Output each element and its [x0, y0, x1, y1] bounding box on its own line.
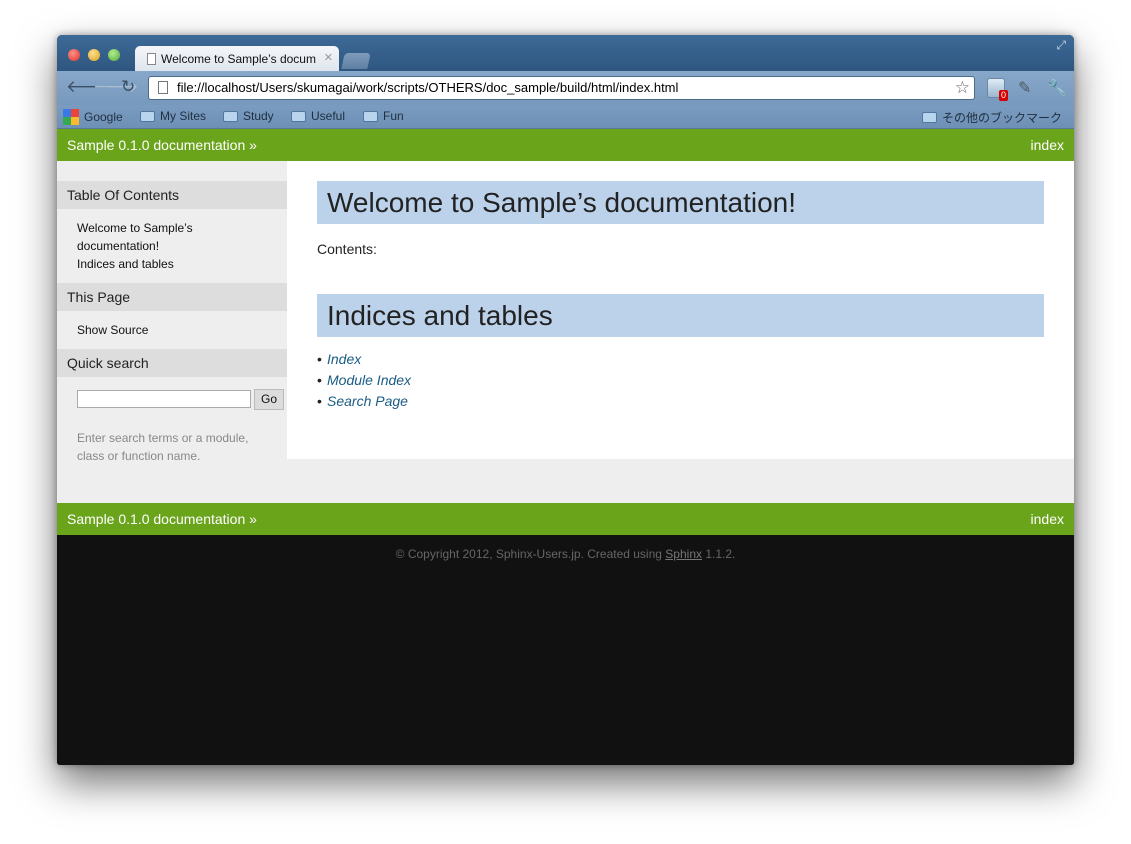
search-page-link[interactable]: Search Page [327, 393, 408, 409]
browser-toolbar: 🡐 🡒 ↻ file://localhost/Users/skumagai/wo… [57, 71, 1074, 105]
bookmarks-bar: Google My Sites Study Useful Fun その他のブック… [57, 105, 1074, 129]
bookmark-label: My Sites [160, 109, 207, 123]
search-input[interactable] [77, 390, 251, 408]
minimize-window-button[interactable] [88, 49, 100, 61]
browser-window: Welcome to Sample’s docum ✕ ⤢ 🡐 🡒 ↻ file… [57, 35, 1074, 765]
related-bar-bottom: Sample 0.1.0 documentation » index [57, 503, 1074, 535]
toc-link-welcome-line1[interactable]: Welcome to Sample’s [77, 219, 193, 237]
fullscreen-icon[interactable]: ⤢ [1056, 38, 1066, 53]
toc-link-welcome-line2[interactable]: documentation! [77, 237, 159, 255]
version-text: 1.1.2. [702, 547, 736, 561]
bullet: • [317, 351, 322, 367]
bookmark-label: Useful [311, 109, 346, 123]
extension-puzzle-icon[interactable]: ✎ [1018, 78, 1031, 98]
bookmark-study[interactable]: Study [223, 109, 274, 123]
related-bar-top: Sample 0.1.0 documentation » index [57, 129, 1074, 161]
bookmark-my-sites[interactable]: My Sites [140, 109, 206, 123]
module-index-link[interactable]: Module Index [327, 372, 411, 388]
reload-icon[interactable]: ↻ [121, 77, 135, 97]
search-help-line: Enter search terms or a module, [77, 431, 249, 445]
go-button[interactable]: Go [254, 389, 284, 410]
quick-search-heading: Quick search [57, 349, 287, 377]
extension-badge: 0 [998, 90, 1008, 101]
indices-heading: Indices and tables [317, 294, 1044, 337]
page-icon [158, 81, 168, 94]
sidebar: Table Of Contents Welcome to Sample’s do… [57, 161, 287, 503]
folder-icon [363, 110, 378, 122]
wrench-icon[interactable]: 🔧 [1047, 78, 1067, 98]
folder-icon [921, 112, 937, 123]
sphinx-link[interactable]: Sphinx [665, 547, 702, 561]
breadcrumb-link[interactable]: Sample 0.1.0 documentation » [67, 511, 257, 527]
new-tab-button[interactable] [341, 53, 371, 69]
extension-icon[interactable]: 0 [987, 78, 1008, 101]
close-window-button[interactable] [68, 49, 80, 61]
google-icon [63, 109, 79, 125]
url-text: file://localhost/Users/skumagai/work/scr… [177, 80, 679, 95]
zoom-window-button[interactable] [108, 49, 120, 61]
bookmark-star-icon[interactable]: ☆ [955, 77, 970, 99]
show-source-link[interactable]: Show Source [77, 321, 148, 339]
other-bookmarks[interactable]: その他のブックマーク [921, 109, 1062, 126]
folder-icon [140, 110, 155, 122]
bullet: • [317, 372, 322, 388]
document-area: Table Of Contents Welcome to Sample’s do… [57, 161, 1074, 503]
bookmark-fun[interactable]: Fun [363, 109, 404, 123]
contents-label: Contents: [317, 241, 377, 257]
footer: © Copyright 2012, Sphinx-Users.jp. Creat… [57, 535, 1074, 561]
index-link[interactable]: index [1031, 137, 1064, 153]
tab-title: Welcome to Sample’s docum [161, 51, 316, 66]
this-page-heading: This Page [57, 283, 287, 311]
bookmark-label: Study [243, 109, 274, 123]
folder-icon [291, 110, 306, 122]
web-page: Sample 0.1.0 documentation » index Table… [57, 129, 1074, 765]
search-help-line: class or function name. [77, 449, 201, 463]
search-help-text: Enter search terms or a module, class or… [77, 429, 277, 465]
bookmark-label: その他のブックマーク [941, 111, 1062, 125]
bookmark-google[interactable]: Google [63, 109, 123, 125]
toc-heading: Table Of Contents [57, 181, 287, 209]
page-icon [147, 52, 156, 65]
page-title: Welcome to Sample’s documentation! [317, 181, 1044, 224]
tab-close-icon[interactable]: ✕ [324, 51, 333, 64]
bullet: • [317, 393, 322, 409]
breadcrumb-link[interactable]: Sample 0.1.0 documentation » [67, 137, 257, 153]
folder-icon [223, 110, 238, 122]
main-content: Welcome to Sample’s documentation! Conte… [287, 161, 1074, 459]
index-link[interactable]: index [1031, 511, 1064, 527]
active-tab[interactable]: Welcome to Sample’s docum ✕ [135, 46, 339, 71]
address-bar[interactable]: file://localhost/Users/skumagai/work/scr… [148, 76, 975, 100]
bookmark-label: Google [84, 110, 123, 124]
tab-strip: Welcome to Sample’s docum ✕ ⤢ [57, 35, 1074, 71]
bookmark-useful[interactable]: Useful [291, 109, 345, 123]
bookmark-label: Fun [383, 109, 404, 123]
index-page-link[interactable]: Index [327, 351, 361, 367]
copyright-text: © Copyright 2012, Sphinx-Users.jp. Creat… [395, 547, 666, 561]
toc-link-indices[interactable]: Indices and tables [77, 255, 174, 273]
